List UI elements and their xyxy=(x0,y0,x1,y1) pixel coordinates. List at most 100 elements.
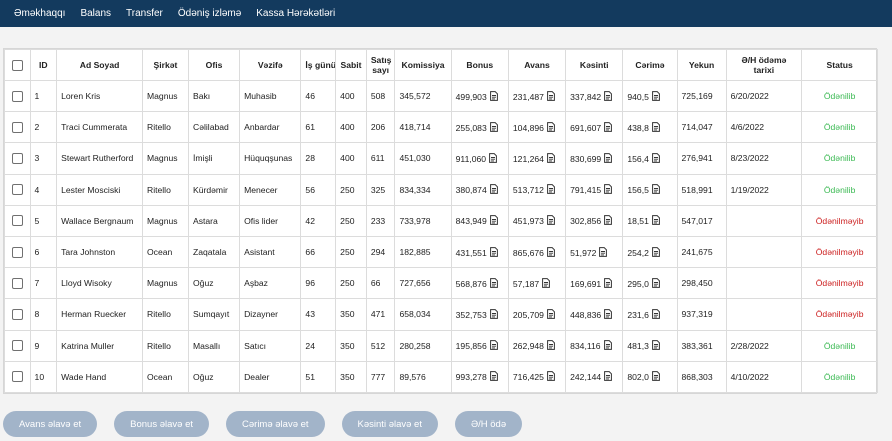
document-icon[interactable] xyxy=(651,309,660,319)
column-header-commission[interactable]: Komissiya xyxy=(394,49,452,81)
column-header-position[interactable]: Vəzifə xyxy=(239,49,302,81)
id-value: 4 xyxy=(34,184,40,195)
office-value: Kürdəmir xyxy=(192,184,228,195)
nav-item-payroll[interactable]: Əməkhaqqı xyxy=(14,8,65,19)
document-icon[interactable] xyxy=(651,277,660,288)
document-icon[interactable] xyxy=(604,309,613,319)
nav-item-payment-tracking[interactable]: Ödəniş izləmə xyxy=(178,8,241,19)
document-icon[interactable] xyxy=(651,184,660,195)
document-icon[interactable] xyxy=(547,215,555,226)
row-checkbox[interactable] xyxy=(11,184,23,196)
document-icon[interactable] xyxy=(489,215,498,226)
row-checkbox[interactable] xyxy=(11,153,23,165)
column-header-name[interactable]: Ad Soyad xyxy=(56,49,143,81)
document-icon[interactable] xyxy=(547,340,555,350)
column-header-bonus[interactable]: Bonus xyxy=(450,49,509,81)
base-value: 400 xyxy=(340,122,355,133)
document-icon[interactable] xyxy=(547,246,555,257)
column-header-advance[interactable]: Avans xyxy=(507,49,567,81)
table-row[interactable]: 8 Herman Ruecker Ritello Sumqayıt Dizayner 43… xyxy=(4,298,878,331)
document-icon[interactable] xyxy=(489,246,498,257)
column-header-fine[interactable]: Cərimə xyxy=(622,49,678,81)
table-row[interactable]: 1 Loren Kris Magnus Bakı Muhasib 46 400 508 345,… xyxy=(4,79,878,113)
document-icon[interactable] xyxy=(547,121,555,132)
table-row[interactable]: 6 Tara Johnston Ocean Zaqatala Asistant 66 250… xyxy=(4,235,878,269)
document-icon[interactable] xyxy=(604,184,613,195)
column-header-status[interactable]: Status xyxy=(801,49,878,81)
column-header-company[interactable]: Şirkət xyxy=(141,49,189,81)
document-icon[interactable] xyxy=(599,246,608,257)
add-deduction-button[interactable]: Kəsinti əlavə et xyxy=(341,411,438,437)
document-icon[interactable] xyxy=(489,90,498,101)
document-icon[interactable] xyxy=(604,371,613,382)
table-row[interactable]: 3 Stewart Rutherford Magnus İmişli Hüquqşuna… xyxy=(4,142,878,175)
cell-workdays: 96 xyxy=(300,267,337,300)
pay-salary-button[interactable]: Ə/H ödə xyxy=(454,411,523,437)
document-icon[interactable] xyxy=(651,121,660,132)
document-icon[interactable] xyxy=(489,371,498,382)
document-icon[interactable] xyxy=(651,340,660,350)
column-header-office[interactable]: Ofis xyxy=(187,49,241,81)
document-icon[interactable] xyxy=(604,121,613,132)
column-header-deduction[interactable]: Kəsinti xyxy=(565,49,624,81)
document-icon[interactable] xyxy=(651,371,660,382)
cell-commission: 658,034 xyxy=(394,298,452,331)
document-icon[interactable] xyxy=(547,309,555,319)
table-row[interactable]: 9 Katrina Muller Ritello Masallı Satıcı 24 350… xyxy=(4,329,878,362)
document-icon[interactable] xyxy=(547,90,555,101)
add-fine-button[interactable]: Cərimə əlavə et xyxy=(226,411,325,437)
table-row[interactable]: 2 Traci Cummerata Ritello Cəlilabad Anbardar… xyxy=(4,111,878,144)
document-icon[interactable] xyxy=(542,277,551,288)
document-icon[interactable] xyxy=(489,340,498,350)
document-icon[interactable] xyxy=(547,184,555,195)
nav-item-cash-movements[interactable]: Kassa Hərəkətləri xyxy=(256,8,335,19)
document-icon[interactable] xyxy=(489,277,498,288)
document-icon[interactable] xyxy=(489,153,497,163)
table-row[interactable]: 7 Lloyd Wisoky Magnus Oğuz Aşbaz 96 250 66 727,6… xyxy=(4,267,878,300)
document-icon[interactable] xyxy=(651,215,660,226)
document-icon[interactable] xyxy=(489,309,498,319)
add-advance-button[interactable]: Avans əlavə et xyxy=(3,411,98,437)
document-icon[interactable] xyxy=(603,340,612,350)
row-checkbox[interactable] xyxy=(11,121,23,133)
row-checkbox[interactable] xyxy=(11,215,23,227)
document-icon[interactable] xyxy=(489,184,498,195)
position-value: Asistant xyxy=(244,247,275,258)
document-icon[interactable] xyxy=(604,277,613,288)
row-checkbox[interactable] xyxy=(11,277,23,289)
document-icon[interactable] xyxy=(547,371,555,382)
nav-item-balance[interactable]: Balans xyxy=(80,8,111,19)
cell-commission: 834,334 xyxy=(394,173,452,206)
document-icon[interactable] xyxy=(651,246,660,257)
column-header-pay-date[interactable]: Ə/H ödəmə tarixi xyxy=(725,49,803,81)
column-header-base[interactable]: Sabit xyxy=(335,49,367,81)
column-header-id[interactable]: ID xyxy=(29,49,58,81)
workdays-value: 51 xyxy=(305,371,315,382)
row-checkbox[interactable] xyxy=(11,309,23,321)
nav-item-transfer[interactable]: Transfer xyxy=(126,8,163,19)
document-icon[interactable] xyxy=(604,215,613,226)
cell-bonus: 843,949 xyxy=(450,204,509,237)
add-bonus-button[interactable]: Bonus əlavə et xyxy=(114,411,210,437)
document-icon[interactable] xyxy=(651,90,660,101)
cell-bonus: 499,903 xyxy=(450,79,509,113)
column-header-sales[interactable]: Satış sayı xyxy=(365,49,396,81)
document-icon[interactable] xyxy=(547,153,555,163)
deduction-value: 302,856 xyxy=(570,216,602,227)
document-icon[interactable] xyxy=(604,153,613,163)
row-checkbox[interactable] xyxy=(11,340,23,352)
table-row[interactable]: 10 Wade Hand Ocean Oğuz Dealer 51 350 777 89,576… xyxy=(4,360,878,393)
sales-value: 294 xyxy=(370,247,386,258)
row-checkbox[interactable] xyxy=(11,90,23,102)
table-row[interactable]: 4 Lester Mosciski Ritello Kürdəmir Menecer 56… xyxy=(4,173,878,206)
company-value: Ritello xyxy=(146,122,171,133)
column-header-workdays[interactable]: İş günü xyxy=(300,49,337,81)
row-checkbox[interactable] xyxy=(11,371,23,383)
document-icon[interactable] xyxy=(651,153,660,163)
document-icon[interactable] xyxy=(604,90,613,101)
document-icon[interactable] xyxy=(489,121,498,132)
table-row[interactable]: 5 Wallace Bergnaum Magnus Astara Ofis lider 4… xyxy=(4,204,878,237)
column-header-total[interactable]: Yekun xyxy=(676,49,727,81)
select-all-checkbox[interactable] xyxy=(11,59,23,71)
row-checkbox[interactable] xyxy=(11,246,23,258)
